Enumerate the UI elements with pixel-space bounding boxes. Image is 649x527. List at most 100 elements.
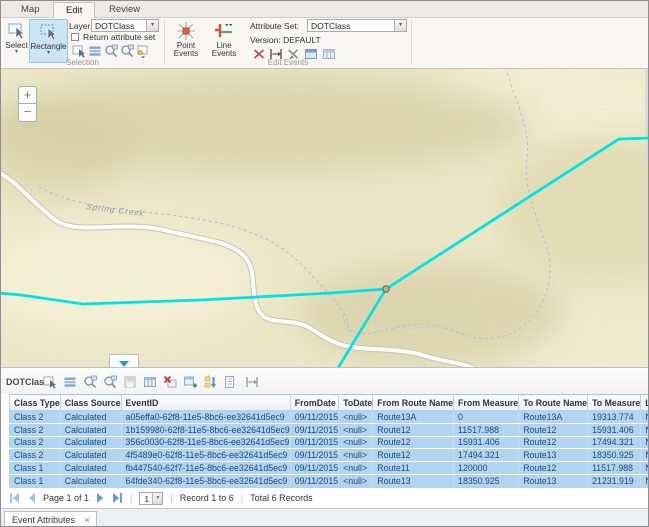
- selection-options-icon[interactable]: [136, 44, 150, 58]
- cell[interactable]: NO ERROR: [641, 449, 649, 462]
- cell[interactable]: Calculated: [60, 423, 121, 436]
- cell[interactable]: 15931.406: [454, 436, 519, 449]
- cell[interactable]: Route12: [373, 436, 454, 449]
- measure-extent-icon[interactable]: [245, 375, 259, 389]
- tab-map[interactable]: Map: [9, 2, 51, 18]
- attribute-set-combobox[interactable]: DOTClass ▾: [307, 19, 407, 32]
- show-selected-records-icon[interactable]: [63, 375, 77, 389]
- select-features-icon[interactable]: [72, 44, 86, 58]
- cell[interactable]: 21231.919: [588, 474, 641, 487]
- sort-icon[interactable]: [203, 375, 217, 389]
- col-to-date[interactable]: ToDate: [339, 395, 373, 411]
- cell[interactable]: Calculated: [60, 462, 121, 475]
- pan-to-selection-icon[interactable]: [120, 44, 134, 58]
- add-record-icon[interactable]: [183, 375, 197, 389]
- panel-collapse-tab[interactable]: [109, 354, 139, 367]
- cell[interactable]: 09/11/2015: [290, 411, 338, 424]
- cell[interactable]: Class 1: [10, 462, 61, 475]
- return-attribute-set-checkbox[interactable]: [71, 33, 79, 41]
- page-dropdown-caret-icon[interactable]: ▾: [152, 493, 162, 504]
- cell[interactable]: Class 1: [10, 474, 61, 487]
- page-number-dropdown[interactable]: 1 ▾: [139, 492, 163, 505]
- zoom-out-button[interactable]: −: [18, 104, 37, 122]
- table-row[interactable]: Class 2Calculated4f5489e0-62f8-11e5-8bc6…: [10, 449, 649, 462]
- table-row[interactable]: Class 1Calculatedfb447540-62f7-11e5-8bc6…: [10, 462, 649, 475]
- table-row[interactable]: Class 2Calculateda05effa0-62f8-11e5-8bc6…: [10, 411, 649, 424]
- cell[interactable]: 09/11/2015: [290, 449, 338, 462]
- cell[interactable]: Class 2: [10, 411, 61, 424]
- cell[interactable]: 15931.406: [588, 423, 641, 436]
- cell[interactable]: 11517.988: [454, 423, 519, 436]
- cell[interactable]: 09/11/2015: [290, 462, 338, 475]
- cell[interactable]: Route13: [373, 474, 454, 487]
- cell[interactable]: fb447540-62f7-11e5-8bc6-ee32641d5ec9: [121, 462, 290, 475]
- attribute-set-caret-icon[interactable]: ▾: [394, 20, 406, 31]
- cell[interactable]: 09/11/2015: [290, 436, 338, 449]
- col-from-date[interactable]: FromDate: [290, 395, 338, 411]
- table-row[interactable]: Class 2Calculated356c0030-62f8-11e5-8bc6…: [10, 436, 649, 449]
- cell[interactable]: 64fde340-62f8-11e5-8bc6-ee32641d5ec9: [121, 474, 290, 487]
- cell[interactable]: 18350.925: [588, 449, 641, 462]
- cell[interactable]: Route12: [519, 436, 588, 449]
- cell[interactable]: Route12: [519, 462, 588, 475]
- col-class-source[interactable]: Class Source: [60, 395, 121, 411]
- cell[interactable]: <null>: [339, 423, 373, 436]
- cell[interactable]: 356c0030-62f8-11e5-8bc6-ee32641d5ec9: [121, 436, 290, 449]
- cell[interactable]: Route13: [519, 474, 588, 487]
- cell[interactable]: 18350.925: [454, 474, 519, 487]
- cell[interactable]: 17494.321: [588, 436, 641, 449]
- cell[interactable]: Route11: [373, 462, 454, 475]
- rectangle-tool-button[interactable]: Rectangle ▾: [29, 19, 68, 63]
- point-events-button[interactable]: Point Events: [168, 19, 204, 63]
- layer-combo-caret-icon[interactable]: ▾: [146, 20, 158, 31]
- cell[interactable]: 1b159980-62f8-11e5-8bc6-ee32641d5ec9: [121, 423, 290, 436]
- cell[interactable]: Calculated: [60, 436, 121, 449]
- cell[interactable]: NO ERROR: [641, 436, 649, 449]
- cell[interactable]: NO ERROR: [641, 411, 649, 424]
- cell[interactable]: Class 2: [10, 436, 61, 449]
- col-class-type[interactable]: Class Type: [10, 395, 61, 411]
- cell[interactable]: NO ERROR: [641, 474, 649, 487]
- cell[interactable]: Calculated: [60, 411, 121, 424]
- cell[interactable]: 09/11/2015: [290, 423, 338, 436]
- map-canvas[interactable]: Spring Creek + −: [1, 69, 649, 367]
- cell[interactable]: 17494.321: [454, 449, 519, 462]
- tab-edit[interactable]: Edit: [53, 2, 95, 18]
- cell[interactable]: <null>: [339, 436, 373, 449]
- table-row[interactable]: Class 2Calculated1b159980-62f8-11e5-8bc6…: [10, 423, 649, 436]
- cell[interactable]: 09/11/2015: [290, 474, 338, 487]
- grid-select-icon[interactable]: [43, 375, 57, 389]
- cell[interactable]: NO ERROR: [641, 462, 649, 475]
- cell[interactable]: <null>: [339, 449, 373, 462]
- switch-table-icon[interactable]: [143, 375, 157, 389]
- cell[interactable]: Calculated: [60, 449, 121, 462]
- col-event-id[interactable]: EventID: [121, 395, 290, 411]
- cell[interactable]: <null>: [339, 411, 373, 424]
- cell[interactable]: Route12: [373, 449, 454, 462]
- first-page-button[interactable]: [9, 492, 21, 504]
- cell[interactable]: 120000: [454, 462, 519, 475]
- cell[interactable]: <null>: [339, 474, 373, 487]
- col-to-measure[interactable]: To Measure: [588, 395, 641, 411]
- last-page-button[interactable]: [111, 492, 123, 504]
- cell[interactable]: Class 2: [10, 423, 61, 436]
- previous-page-button[interactable]: [26, 492, 38, 504]
- select-tool-button[interactable]: Select ▾: [4, 19, 29, 63]
- view-attributes-icon[interactable]: [223, 375, 237, 389]
- layer-combobox[interactable]: DOTClass ▾: [91, 19, 159, 32]
- cell[interactable]: Route13A: [519, 411, 588, 424]
- zoom-to-record-icon[interactable]: [83, 375, 97, 389]
- cell[interactable]: Calculated: [60, 474, 121, 487]
- cell[interactable]: 0: [454, 411, 519, 424]
- save-edits-icon[interactable]: [123, 375, 137, 389]
- delete-record-icon[interactable]: [163, 375, 177, 389]
- close-tab-icon[interactable]: ×: [85, 515, 90, 525]
- col-from-measure[interactable]: From Measure: [454, 395, 519, 411]
- col-location-error[interactable]: Location Error: [641, 395, 649, 411]
- cell[interactable]: a05effa0-62f8-11e5-8bc6-ee32641d5ec9: [121, 411, 290, 424]
- cell[interactable]: Route12: [373, 423, 454, 436]
- col-to-route-name[interactable]: To Route Name: [519, 395, 588, 411]
- next-page-button[interactable]: [94, 492, 106, 504]
- zoom-to-selection-icon[interactable]: [104, 44, 118, 58]
- cell[interactable]: Class 2: [10, 449, 61, 462]
